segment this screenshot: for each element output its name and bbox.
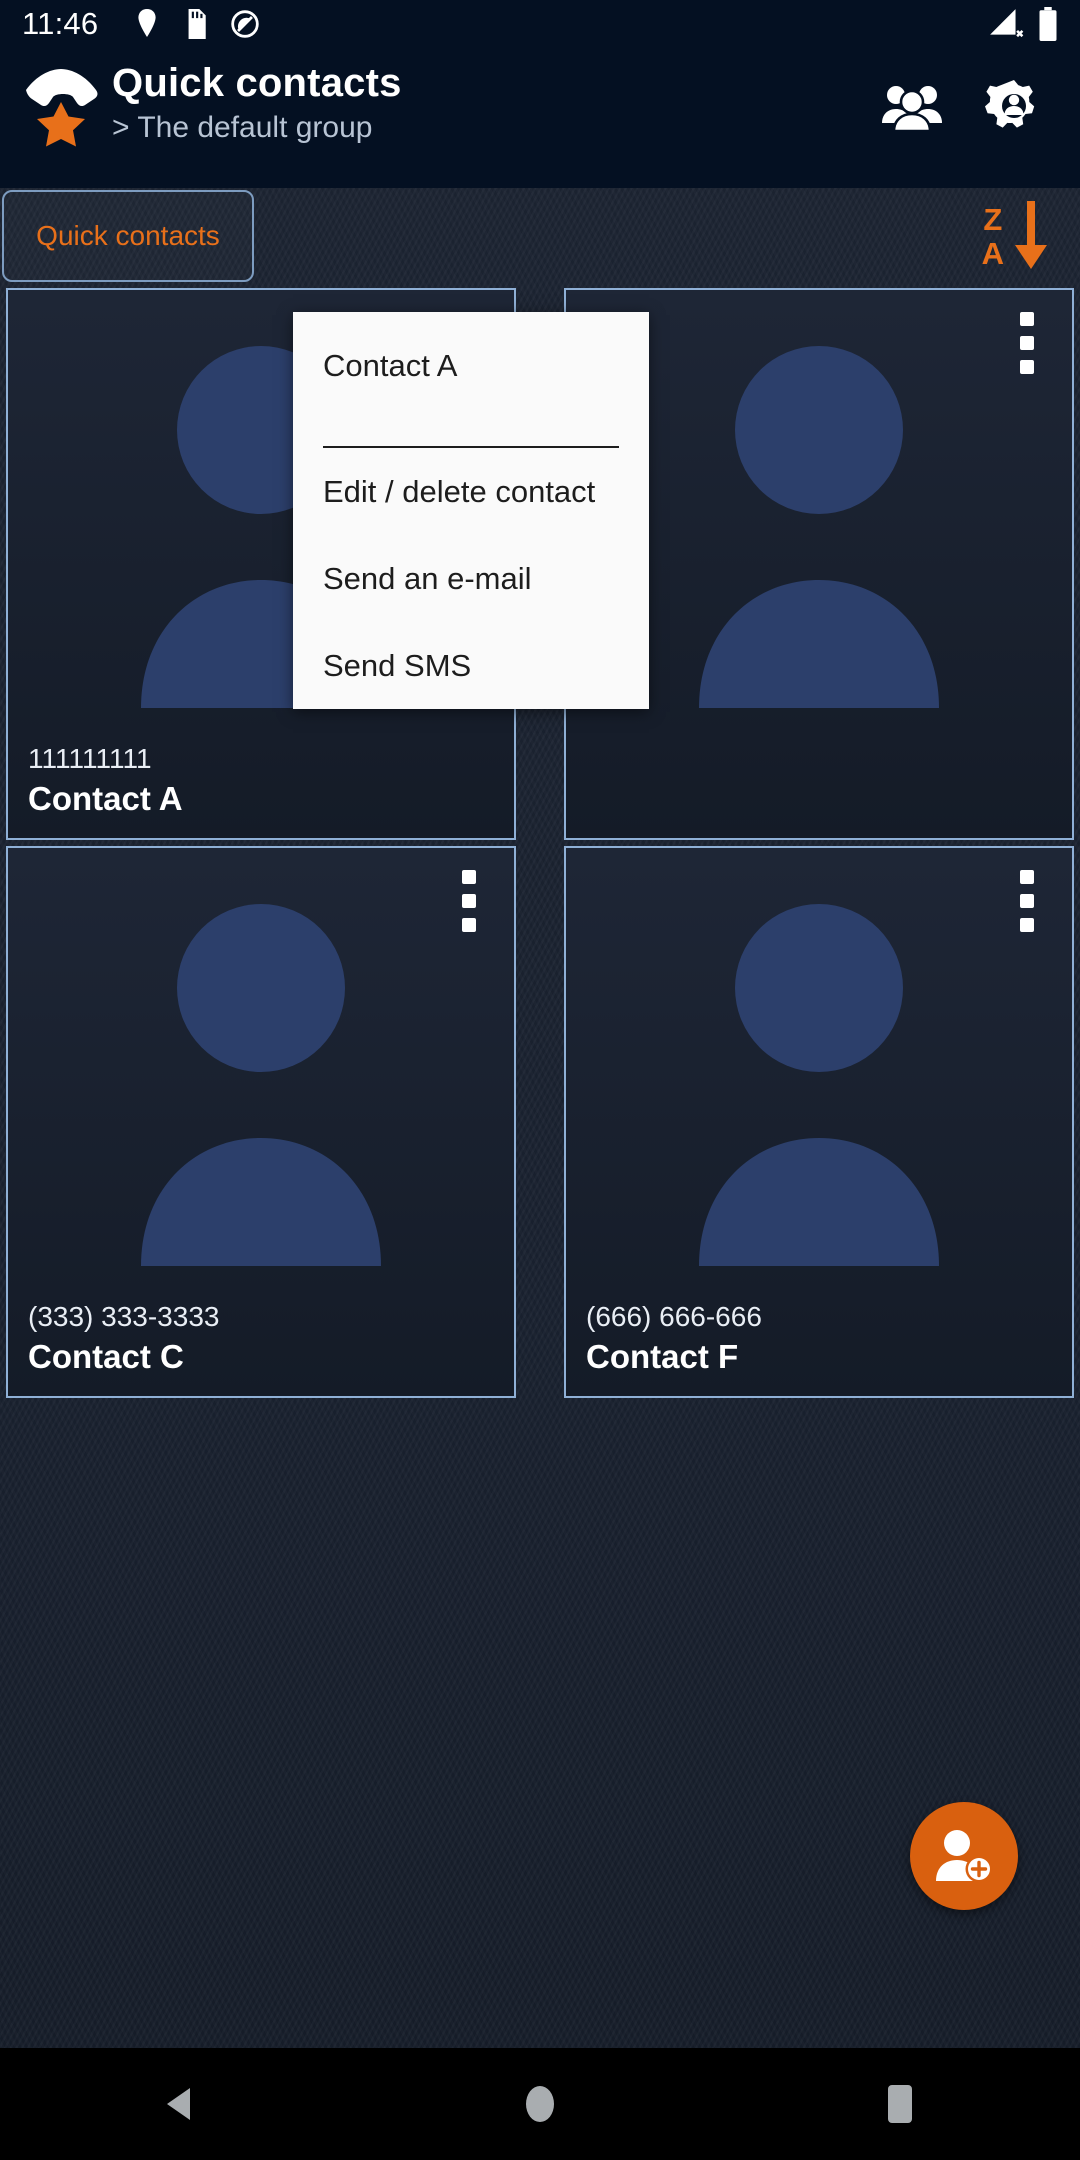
context-menu-title: Contact A (323, 348, 458, 383)
contact-phone: (666) 666-666 (586, 1301, 762, 1332)
location-pin-icon (138, 9, 156, 37)
battery-full-icon (1039, 7, 1057, 41)
contact-name: Contact A (28, 780, 183, 817)
sort-letters: Z A (982, 204, 1004, 269)
add-person-icon (936, 1830, 993, 1883)
page-title: Quick contacts (112, 61, 402, 105)
context-menu: Contact A Edit / delete contact Send an … (293, 312, 649, 709)
add-contact-fab[interactable] (910, 1802, 1018, 1910)
sort-letter-bottom: A (981, 235, 1004, 271)
person-placeholder-icon (8, 886, 514, 1266)
contact-name: Contact C (28, 1338, 184, 1375)
group-icon[interactable] (880, 74, 944, 138)
person-placeholder-icon (566, 886, 1072, 1266)
sort-order-button[interactable]: Z A (982, 199, 1052, 273)
contact-meta: 111111111 Contact A (28, 740, 500, 820)
status-bar: 11:46 (0, 0, 1080, 48)
breadcrumb: > The default group (112, 111, 373, 144)
app-bar: Quick contacts > The default group (0, 48, 1080, 188)
sd-card-icon (188, 9, 206, 39)
kebab-menu-icon[interactable] (462, 870, 476, 932)
kebab-menu-icon[interactable] (1020, 312, 1034, 374)
sort-letter-top: Z (983, 201, 1003, 237)
circle-icon (526, 2086, 554, 2122)
app-root: 11:46 Quick contacts > The default group… (0, 0, 1080, 2160)
recents-button[interactable] (840, 2048, 960, 2160)
sort-arrow-down-icon (1015, 201, 1047, 269)
signal-no-service-icon (990, 9, 1024, 38)
square-icon (888, 2085, 912, 2123)
gear-icon[interactable] (982, 74, 1046, 138)
menu-item-edit-delete-contact[interactable]: Edit / delete contact (293, 448, 649, 535)
triangle-left-icon (167, 2088, 190, 2120)
status-notification-icons (134, 8, 260, 40)
tab-label: Quick contacts (36, 220, 220, 251)
contact-card[interactable]: (666) 666-666 Contact F (564, 846, 1074, 1398)
home-button[interactable] (480, 2048, 600, 2160)
menu-item-send-sms[interactable]: Send SMS (293, 622, 649, 709)
back-button[interactable] (120, 2048, 240, 2160)
tab-strip: Quick contacts Z A (0, 188, 1080, 284)
do-not-disturb-icon (231, 10, 259, 38)
system-nav-bar (0, 2048, 1080, 2160)
contact-phone: 111111111 (28, 743, 152, 774)
status-system-icons (988, 7, 1058, 41)
contact-meta: (333) 333-3333 Contact C (28, 1298, 500, 1378)
tab-quick-contacts[interactable]: Quick contacts (2, 190, 254, 282)
contact-card[interactable]: (333) 333-3333 Contact C (6, 846, 516, 1398)
app-bar-actions (880, 74, 1046, 138)
status-clock: 11:46 (22, 6, 99, 41)
kebab-menu-icon[interactable] (1020, 870, 1034, 932)
contact-meta: (666) 666-666 Contact F (586, 1298, 1058, 1378)
app-bar-titles: Quick contacts > The default group (112, 60, 402, 148)
phone-star-icon (18, 58, 104, 154)
contact-name: Contact F (586, 1338, 739, 1375)
menu-item-send-email[interactable]: Send an e-mail (293, 535, 649, 622)
contact-phone: (333) 333-3333 (28, 1301, 220, 1332)
